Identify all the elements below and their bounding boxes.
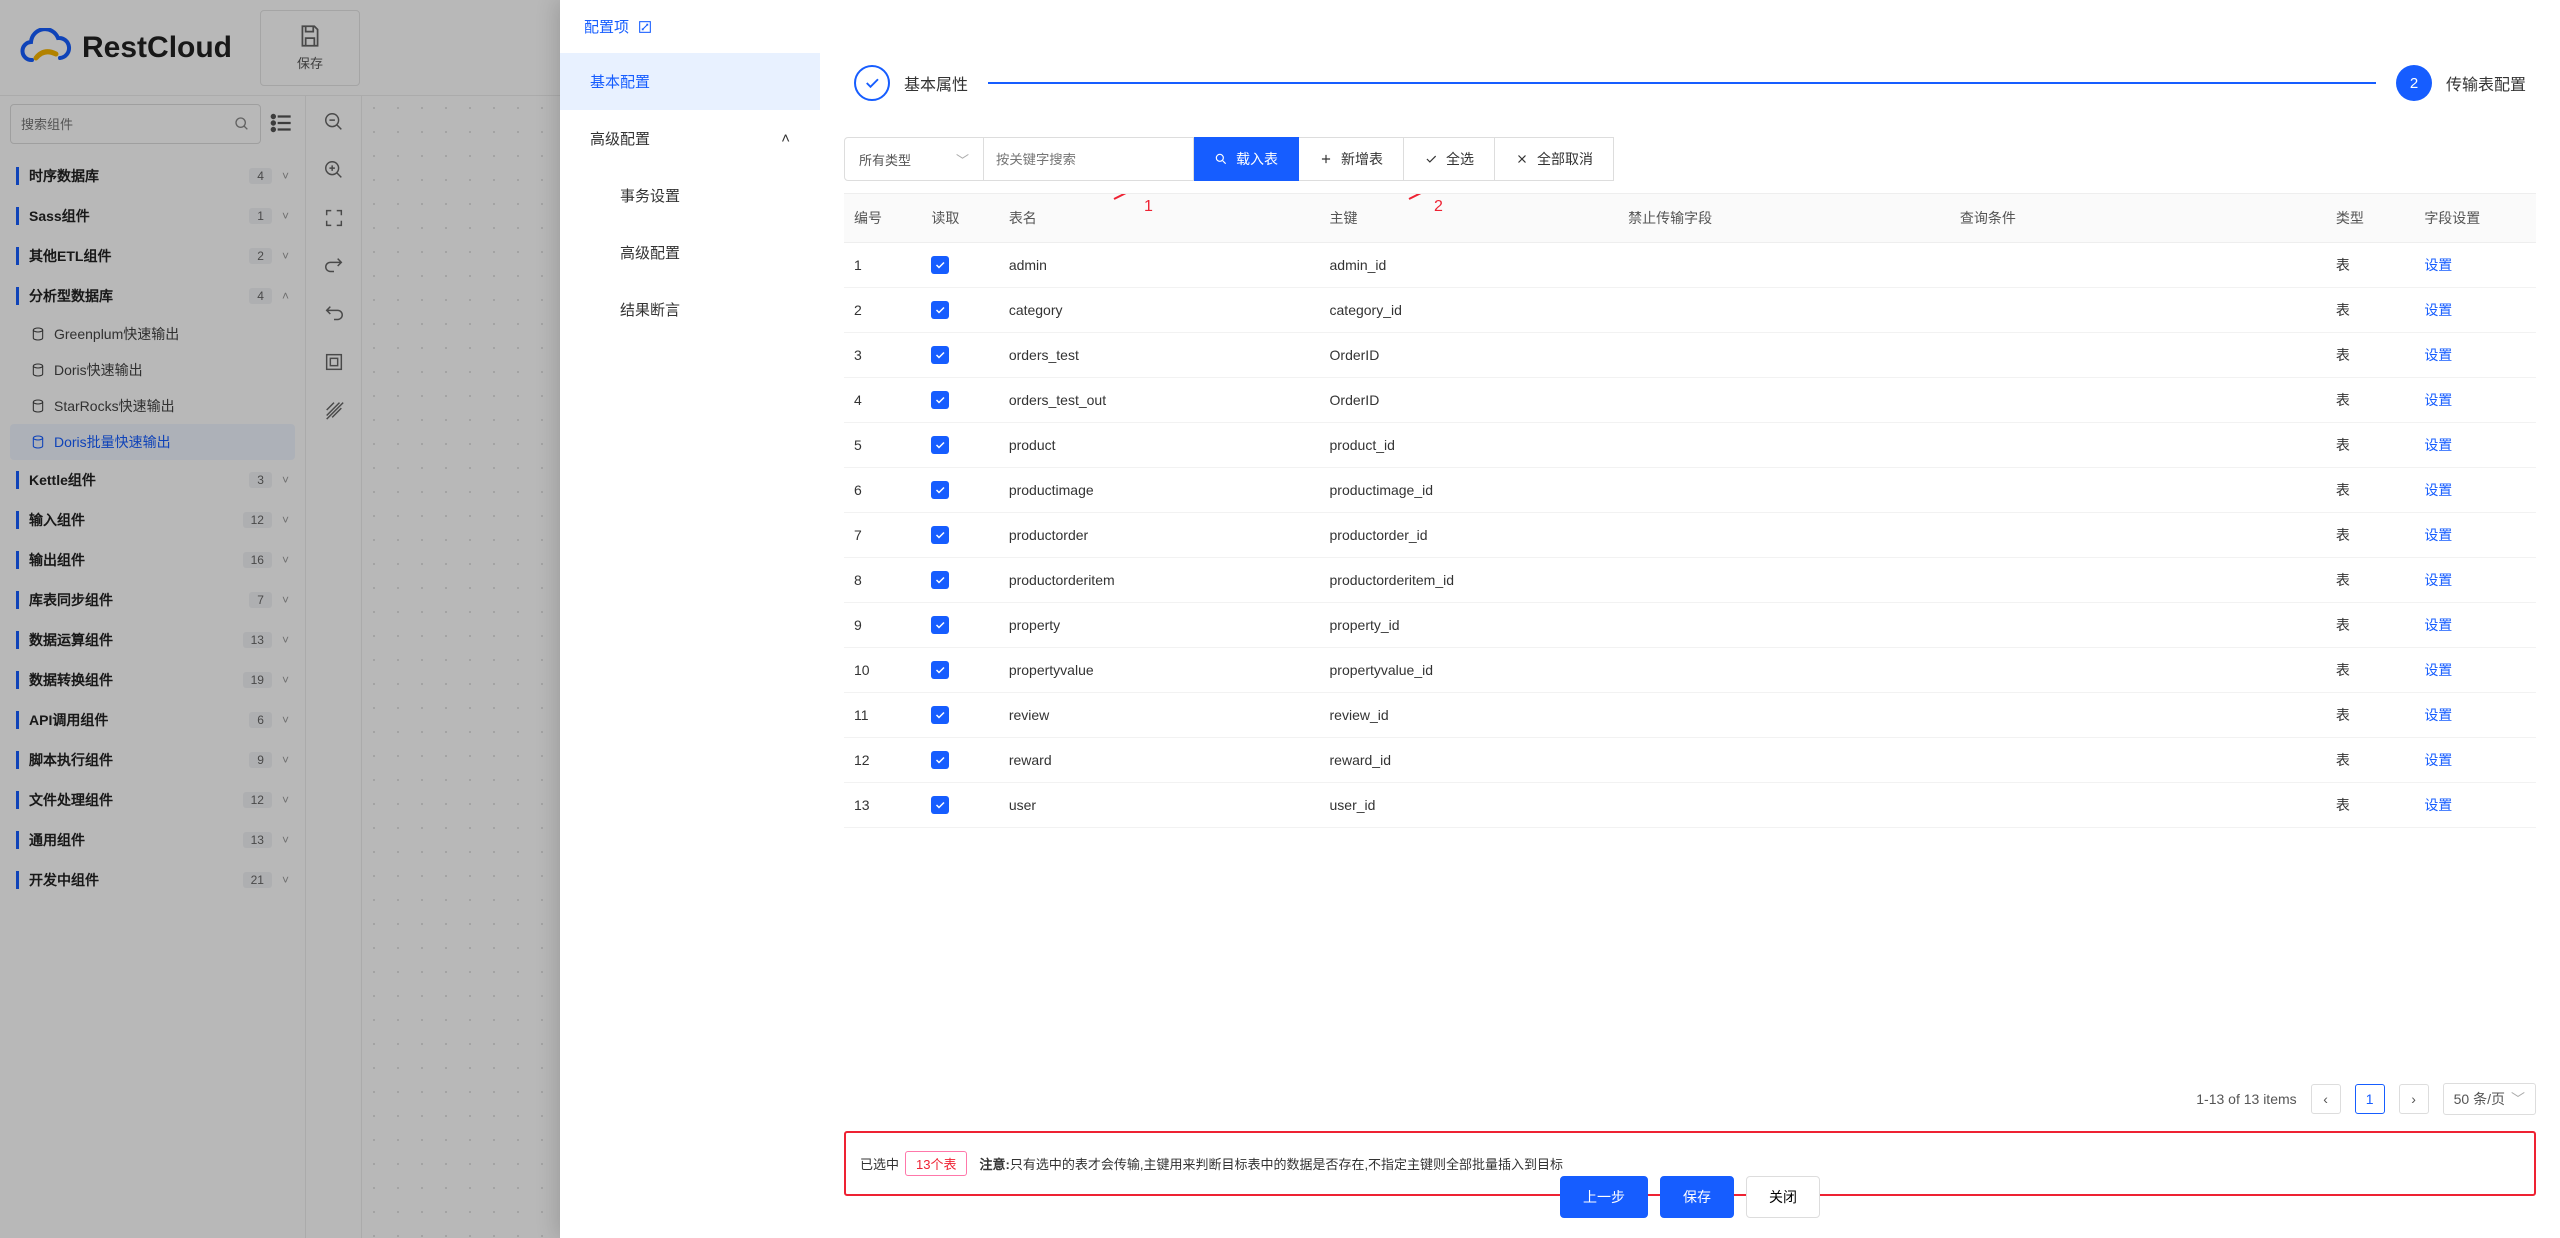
config-left-nav: 基本配置 高级配置˄ 事务设置 高级配置 结果断言 xyxy=(560,37,820,1238)
table-row[interactable]: 13 user user_id 表 设置 xyxy=(844,783,2536,828)
row-settings-link[interactable]: 设置 xyxy=(2424,662,2452,678)
select-all-button[interactable]: 全选 xyxy=(1404,137,1495,181)
add-table-button[interactable]: 新增表 xyxy=(1299,137,1404,181)
type-filter-select[interactable]: 所有类型 ﹀ xyxy=(844,137,984,181)
keyword-input[interactable] xyxy=(984,137,1194,181)
table-row[interactable]: 9 property property_id 表 设置 xyxy=(844,603,2536,648)
search-icon xyxy=(1214,152,1228,166)
row-settings-link[interactable]: 设置 xyxy=(2424,257,2452,273)
col-type: 类型 xyxy=(2326,194,2414,243)
pager-prev[interactable]: ‹ xyxy=(2311,1084,2341,1114)
close-button[interactable]: 关闭 xyxy=(1746,1176,1820,1218)
col-pk: 主键 xyxy=(1320,194,1619,243)
row-settings-link[interactable]: 设置 xyxy=(2424,797,2452,813)
row-checkbox[interactable] xyxy=(931,661,949,679)
config-modal: 配置项 基本配置 高级配置˄ 事务设置 高级配置 结果断言 基本属性 xyxy=(560,0,2560,1238)
table-row[interactable]: 5 product product_id 表 设置 xyxy=(844,423,2536,468)
row-settings-link[interactable]: 设置 xyxy=(2424,437,2452,453)
nav-basic[interactable]: 基本配置 xyxy=(560,53,820,110)
col-forbid: 禁止传输字段 xyxy=(1618,194,1950,243)
link-icon xyxy=(637,19,653,35)
nav-assert[interactable]: 结果断言 xyxy=(560,281,820,338)
pager-size-select[interactable]: 50 条/页﹀ xyxy=(2443,1083,2536,1115)
col-name: 表名 xyxy=(999,194,1320,243)
close-icon xyxy=(1515,152,1529,166)
cancel-all-button[interactable]: 全部取消 xyxy=(1495,137,1614,181)
notice-bold: 注意: xyxy=(979,1154,1009,1173)
nav-advanced[interactable]: 高级配置˄ xyxy=(560,110,820,167)
table-row[interactable]: 3 orders_test OrderID 表 设置 xyxy=(844,333,2536,378)
row-settings-link[interactable]: 设置 xyxy=(2424,482,2452,498)
row-checkbox[interactable] xyxy=(931,301,949,319)
row-settings-link[interactable]: 设置 xyxy=(2424,617,2452,633)
table-row[interactable]: 4 orders_test_out OrderID 表 设置 xyxy=(844,378,2536,423)
config-title: 配置项 xyxy=(584,16,2536,37)
pager-range: 1-13 of 13 items xyxy=(2196,1091,2296,1107)
row-settings-link[interactable]: 设置 xyxy=(2424,392,2452,408)
row-checkbox[interactable] xyxy=(931,571,949,589)
plus-icon xyxy=(1319,152,1333,166)
row-checkbox[interactable] xyxy=(931,346,949,364)
chevron-down-icon: ﹀ xyxy=(2511,1089,2525,1109)
table-row[interactable]: 1 admin admin_id 表 设置 xyxy=(844,243,2536,288)
check-icon xyxy=(1424,152,1438,166)
tables-grid: 编号 读取 表名 主键 禁止传输字段 查询条件 类型 字段设置 1 admin … xyxy=(844,194,2536,828)
nav-tx[interactable]: 事务设置 xyxy=(560,167,820,224)
row-settings-link[interactable]: 设置 xyxy=(2424,752,2452,768)
row-checkbox[interactable] xyxy=(931,706,949,724)
row-checkbox[interactable] xyxy=(931,481,949,499)
table-row[interactable]: 10 propertyvalue propertyvalue_id 表 设置 xyxy=(844,648,2536,693)
row-checkbox[interactable] xyxy=(931,256,949,274)
stepper: 基本属性 2 传输表配置 xyxy=(844,37,2536,137)
save-button[interactable]: 保存 xyxy=(1660,1176,1734,1218)
table-row[interactable]: 7 productorder productorder_id 表 设置 xyxy=(844,513,2536,558)
row-checkbox[interactable] xyxy=(931,391,949,409)
table-row[interactable]: 6 productimage productimage_id 表 设置 xyxy=(844,468,2536,513)
row-settings-link[interactable]: 设置 xyxy=(2424,527,2452,543)
col-cond: 查询条件 xyxy=(1950,194,2326,243)
prev-step-button[interactable]: 上一步 xyxy=(1560,1176,1648,1218)
notice-prefix: 已选中 xyxy=(860,1154,899,1173)
step2-label: 传输表配置 xyxy=(2446,71,2526,95)
pager-page-1[interactable]: 1 xyxy=(2355,1084,2385,1114)
pagination: 1-13 of 13 items ‹ 1 › 50 条/页﹀ xyxy=(844,1067,2536,1131)
nav-adv2[interactable]: 高级配置 xyxy=(560,224,820,281)
row-checkbox[interactable] xyxy=(931,436,949,454)
table-row[interactable]: 11 review review_id 表 设置 xyxy=(844,693,2536,738)
row-settings-link[interactable]: 设置 xyxy=(2424,572,2452,588)
row-checkbox[interactable] xyxy=(931,751,949,769)
load-tables-button[interactable]: 载入表 xyxy=(1194,137,1299,181)
table-row[interactable]: 12 reward reward_id 表 设置 xyxy=(844,738,2536,783)
step2-number: 2 xyxy=(2396,65,2432,101)
row-settings-link[interactable]: 设置 xyxy=(2424,302,2452,318)
step1-done-icon xyxy=(854,65,890,101)
col-read: 读取 xyxy=(921,194,998,243)
row-settings-link[interactable]: 设置 xyxy=(2424,347,2452,363)
col-field: 字段设置 xyxy=(2414,194,2536,243)
row-checkbox[interactable] xyxy=(931,526,949,544)
chevron-down-icon: ﹀ xyxy=(956,150,969,169)
row-checkbox[interactable] xyxy=(931,796,949,814)
col-idx: 编号 xyxy=(844,194,921,243)
step-line xyxy=(988,82,2376,84)
selected-count-badge: 13个表 xyxy=(905,1151,967,1176)
table-row[interactable]: 2 category category_id 表 设置 xyxy=(844,288,2536,333)
step1-label: 基本属性 xyxy=(904,71,968,95)
chevron-up-icon: ˄ xyxy=(781,130,790,147)
pager-next[interactable]: › xyxy=(2399,1084,2429,1114)
row-settings-link[interactable]: 设置 xyxy=(2424,707,2452,723)
row-checkbox[interactable] xyxy=(931,616,949,634)
notice-text: 只有选中的表才会传输,主键用来判断目标表中的数据是否存在,不指定主键则全部批量插… xyxy=(1010,1154,1563,1173)
table-row[interactable]: 8 productorderitem productorderitem_id 表… xyxy=(844,558,2536,603)
